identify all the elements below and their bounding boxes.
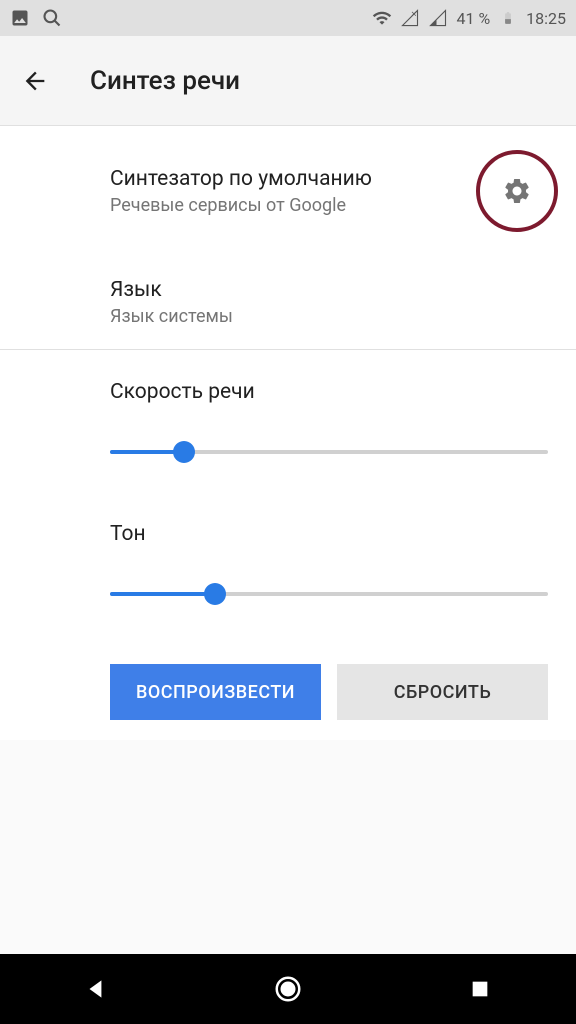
speech-rate-title: Скорость речи: [110, 380, 548, 404]
search-icon: [42, 8, 62, 28]
language-title: Язык: [110, 278, 548, 302]
image-icon: [10, 8, 30, 28]
engine-subtitle: Речевые сервисы от Google: [110, 195, 466, 216]
speech-rate-section: Скорость речи: [0, 350, 576, 492]
default-engine-row[interactable]: Синтезатор по умолчанию Речевые сервисы …: [0, 126, 576, 254]
wifi-icon: [372, 8, 392, 28]
play-button[interactable]: ВОСПРОИЗВЕСТИ: [110, 664, 321, 720]
nav-back-button[interactable]: [76, 969, 116, 1009]
battery-pct: 41 %: [456, 9, 490, 28]
signal-2-icon: [428, 8, 448, 28]
navigation-bar: [0, 954, 576, 1024]
page-title: Синтез речи: [90, 66, 240, 96]
battery-icon: [498, 8, 518, 28]
engine-settings-button[interactable]: [476, 150, 558, 232]
back-button[interactable]: [20, 66, 50, 96]
svg-text:✕: ✕: [411, 10, 417, 19]
nav-recent-button[interactable]: [460, 969, 500, 1009]
reset-button[interactable]: СБРОСИТЬ: [337, 664, 548, 720]
engine-title: Синтезатор по умолчанию: [110, 167, 466, 191]
pitch-title: Тон: [110, 522, 548, 546]
clock: 18:25: [526, 9, 566, 28]
pitch-slider[interactable]: [110, 574, 548, 614]
app-bar: Синтез речи: [0, 36, 576, 126]
button-row: ВОСПРОИЗВЕСТИ СБРОСИТЬ: [0, 634, 576, 740]
signal-1-icon: ✕: [400, 8, 420, 28]
speech-rate-slider[interactable]: [110, 432, 548, 472]
pitch-section: Тон: [0, 492, 576, 634]
language-row[interactable]: Язык Язык системы: [0, 254, 576, 349]
nav-home-button[interactable]: [268, 969, 308, 1009]
language-subtitle: Язык системы: [110, 306, 548, 327]
status-bar: ✕ 41 % 18:25: [0, 0, 576, 36]
gear-icon: [502, 176, 532, 206]
